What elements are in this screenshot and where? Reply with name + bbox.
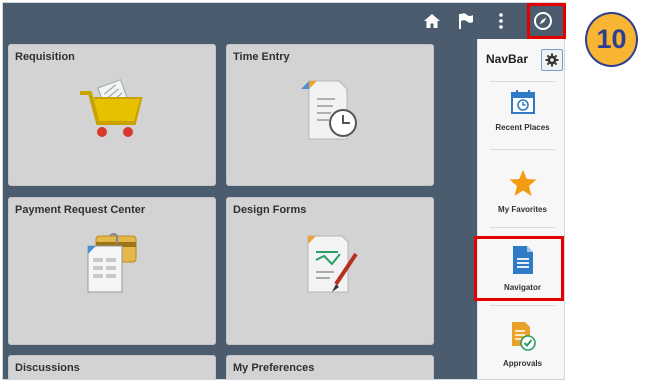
navbar-item-label: My Favorites: [498, 205, 547, 214]
navbar-item-label: Approvals: [502, 359, 543, 368]
gear-icon[interactable]: [541, 49, 563, 71]
tile-my-preferences[interactable]: My Preferences: [226, 355, 434, 379]
top-banner: [3, 3, 564, 39]
navbar-panel: NavBar Recent Places My Favorites Naviga…: [477, 39, 564, 379]
app-window: Requisition Time Entry Payment Request C…: [2, 2, 565, 380]
tile-title: Payment Request Center: [15, 204, 146, 216]
step-number: 10: [596, 24, 627, 54]
divider: [490, 227, 555, 228]
actions-menu-icon[interactable]: [490, 10, 512, 32]
tile-title: Discussions: [15, 362, 80, 374]
divider: [490, 305, 555, 306]
navbar-item-approvals[interactable]: Approvals: [478, 321, 564, 368]
tile-title: My Preferences: [233, 362, 315, 374]
tile-title: Time Entry: [233, 51, 290, 63]
shopping-cart-icon: [9, 79, 215, 143]
design-forms-icon: [227, 232, 433, 296]
tile-payment-request-center[interactable]: Payment Request Center: [8, 197, 216, 345]
highlight-navigator: [474, 236, 564, 301]
payment-request-icon: [9, 232, 215, 296]
tile-title: Requisition: [15, 51, 75, 63]
star-icon: [509, 170, 536, 196]
navbar-title: NavBar: [486, 52, 529, 66]
divider: [490, 81, 555, 82]
tile-time-entry[interactable]: Time Entry: [226, 44, 434, 186]
approvals-icon: [511, 322, 536, 351]
flag-icon[interactable]: [455, 10, 477, 32]
tile-title: Design Forms: [233, 204, 307, 216]
navbar-item-my-favorites[interactable]: My Favorites: [478, 169, 564, 214]
navbar-item-recent-places[interactable]: Recent Places: [478, 89, 564, 132]
tile-discussions[interactable]: Discussions: [8, 355, 216, 379]
divider: [490, 149, 555, 150]
navbar-item-label: Recent Places: [495, 123, 550, 132]
tile-grid: Requisition Time Entry Payment Request C…: [8, 39, 473, 379]
home-icon[interactable]: [421, 10, 443, 32]
tile-design-forms[interactable]: Design Forms: [226, 197, 434, 345]
highlight-navbar-button: [527, 3, 566, 39]
calendar-clock-icon: [510, 90, 535, 114]
timesheet-clock-icon: [227, 79, 433, 143]
step-number-badge: 10: [585, 12, 638, 67]
tile-requisition[interactable]: Requisition: [8, 44, 216, 186]
